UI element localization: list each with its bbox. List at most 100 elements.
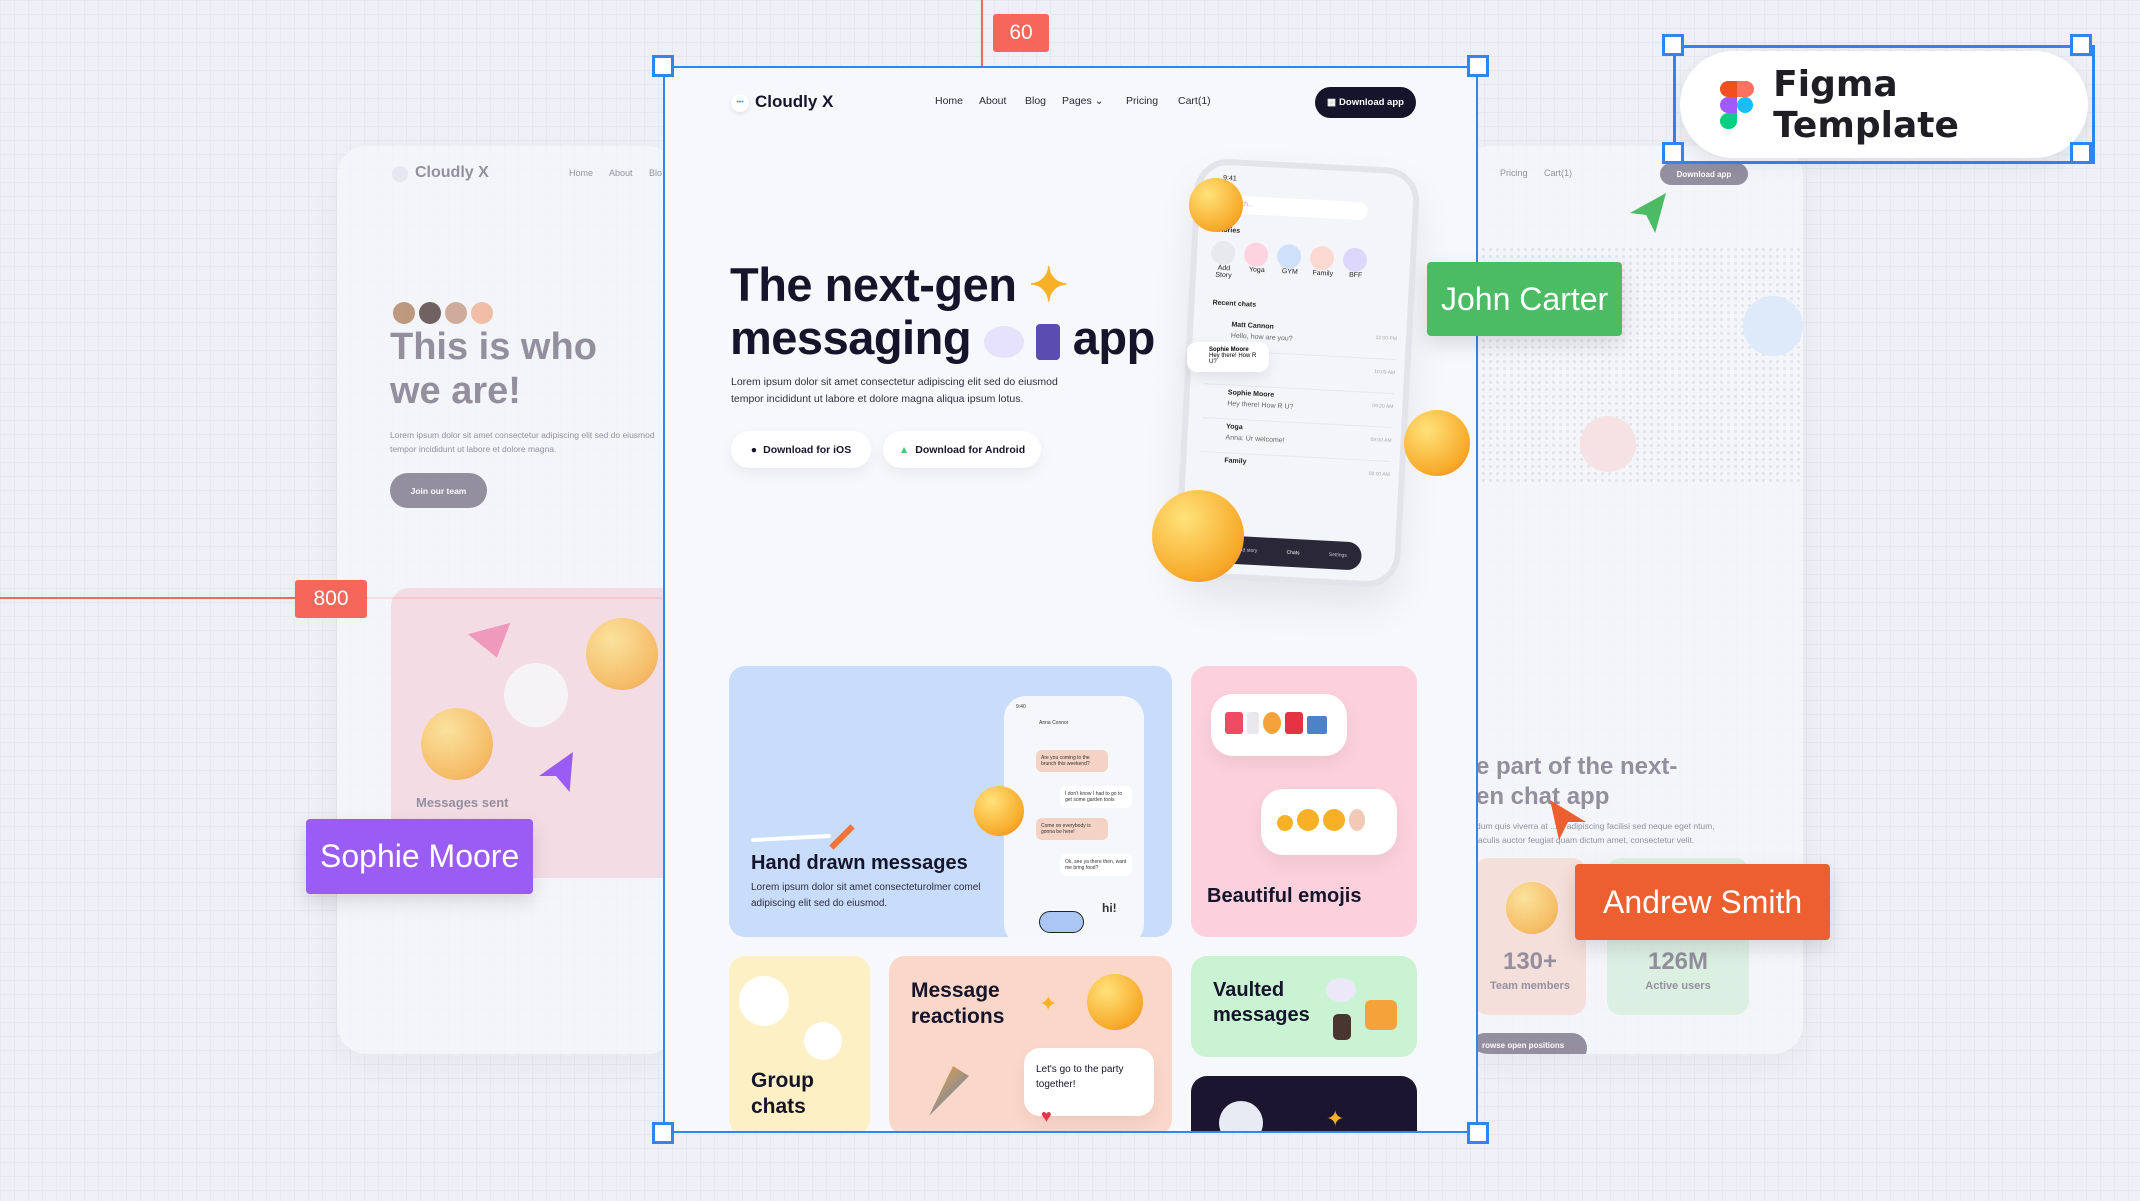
download-ios-label: Download for iOS [763,443,852,456]
nav-pricing[interactable]: Pricing [1126,95,1158,107]
figma-template-selection[interactable]: Figma Template [1662,34,2095,164]
speech-bubble-icon [1326,978,1356,1002]
chat-name: Matt Cannon [1231,321,1274,331]
party-bubble-text: Let's go to the party together! [1036,1064,1124,1090]
winking-tongue-emoji-icon [1087,974,1143,1030]
beautiful-emojis-card: Beautiful emojis [1191,666,1417,937]
face-emoji-bubble [1261,789,1397,855]
cursor-label-sophie-moore: Sophie Moore [306,819,534,894]
hero-title-line2b: app [1072,311,1156,365]
chat-contact: Anna Connor [1039,720,1069,726]
nav-blog[interactable]: Blog [1025,95,1046,107]
download-android-button[interactable]: ▲ Download for Android [883,431,1041,468]
browse-positions-button[interactable]: rowse open positions [1470,1033,1587,1054]
hero-title-line2a: messaging [730,311,972,365]
vaulted-title-line2: messages [1213,1004,1310,1026]
grinning-emoji-icon [974,786,1024,836]
left-nav-blog[interactable]: Blo [649,168,662,178]
story-label: Family [1312,269,1334,278]
message-reactions-card: Message reactions ✦ Let's go to the party… [889,956,1172,1131]
tab-settings[interactable]: Settings [1329,552,1347,559]
story[interactable]: Family [1309,245,1338,285]
chevron-down-icon: ⌄ [1094,95,1104,107]
sparkles-icon [1277,815,1293,831]
pizza-icon [1263,712,1281,734]
nav-home[interactable]: Home [935,95,963,107]
logo-icon: ••• [731,94,749,112]
story-label: Yoga [1248,266,1265,275]
figma-template-badge: Figma Template [1680,51,2088,158]
main-page-frame[interactable]: ••• Cloudly X Home About Blog Pages ⌄ Pr… [663,66,1478,1133]
join-team-button[interactable]: Join our team [390,473,487,508]
beautiful-emojis-title: Beautiful emojis [1207,885,1362,907]
chat-time: 09:20 AM [1372,402,1394,411]
logo[interactable]: Cloudly X [755,92,833,112]
resize-handle-bottom-left[interactable] [652,1122,674,1144]
doodle-hi: hi! [1102,901,1117,915]
team-avatars [391,302,495,329]
reactions-title-line1: Message [911,979,1000,1002]
chat-bubble: Come on everybody is gonna be here! [1036,818,1108,840]
android-icon: ▲ [898,443,910,456]
tab-chats[interactable]: Chats [1286,550,1299,557]
heart-icon: ♥ [1041,1106,1052,1126]
food-emoji-bubble [1211,694,1347,756]
left-nav-home[interactable]: Home [569,168,593,178]
hand-drawn-title: Hand drawn messages [751,852,968,874]
chat-message: Hey there! How R U? [1227,400,1294,411]
left-title-line2: we are! [390,369,521,412]
resize-handle-bottom-right[interactable] [1467,1122,1489,1144]
popup-message: Hey there! How R U? [1209,353,1257,365]
story[interactable]: Yoga [1243,242,1272,281]
fries-icon [1285,712,1303,734]
popcorn-icon [504,663,568,727]
resize-handle[interactable] [2070,142,2092,164]
peace-hands-icon [739,976,789,1026]
story-label: Add Story [1215,264,1232,280]
stat-value: 130+ [1502,948,1558,975]
right-paragraph: dum quis viverra at ... n adipiscing fac… [1476,821,1715,845]
stories-row: Add Story Yoga GYM Family BFF [1210,240,1371,286]
download-app-button[interactable]: ▦ Download app [1315,87,1416,118]
heart-eyes-emoji-icon [1404,410,1470,476]
nav-cart[interactable]: Cart(1) [1178,95,1211,107]
story[interactable]: GYM [1276,243,1305,283]
reactions-title-line2: reactions [911,1005,1005,1029]
apple-icon: ● [750,443,758,456]
story[interactable]: BFF [1342,247,1371,286]
download-ios-button[interactable]: ● Download for iOS [731,431,871,468]
resize-handle[interactable] [1662,34,1684,56]
right-nav-pricing[interactable]: Pricing [1500,168,1528,178]
resize-handle[interactable] [2070,34,2092,56]
sunglasses-emoji-icon [1189,178,1243,232]
messages-sent-label: Messages sent [416,795,509,810]
guide-value-left: 800 [295,580,367,618]
right-nav-cart[interactable]: Cart(1) [1544,168,1572,178]
right-title-line1: e part of the next- [1476,753,1678,780]
right-title-line2: en chat app [1476,783,1610,810]
nav-pages[interactable]: Pages ⌄ [1062,95,1104,107]
sparkles-icon: ✦ [1326,1106,1345,1131]
party-popper-icon [929,1066,969,1116]
hero-paragraph: Lorem ipsum dolor sit amet consectetur a… [731,376,1058,405]
resize-handle-top-right[interactable] [1467,55,1489,77]
story[interactable]: Add Story [1210,240,1239,279]
right-download-button[interactable]: Download app [1660,163,1748,185]
resize-handle-top-left[interactable] [652,55,674,77]
drink-icon [1247,712,1259,734]
figma-template-title: Figma Template [1773,63,1959,146]
vaulted-messages-card: Vaulted messages [1191,956,1417,1057]
left-nav-about[interactable]: About [609,168,633,178]
winking-emoji-icon [421,708,493,780]
sunglasses-emoji-icon [1323,809,1345,831]
resize-handle[interactable] [1662,142,1684,164]
cursor-label-andrew-smith: Andrew Smith [1575,864,1831,940]
group-chats-title: Group chats [751,1068,814,1121]
sunglasses-emoji-icon [1506,882,1558,934]
story-label: BFF [1348,271,1363,280]
cloud-doodle-icon [1039,911,1084,933]
speech-bubble-icon [983,325,1024,358]
nav-about[interactable]: About [979,95,1006,107]
chat-phone-time: 9:40 [1016,704,1026,710]
figma-logo-icon [1720,80,1754,129]
